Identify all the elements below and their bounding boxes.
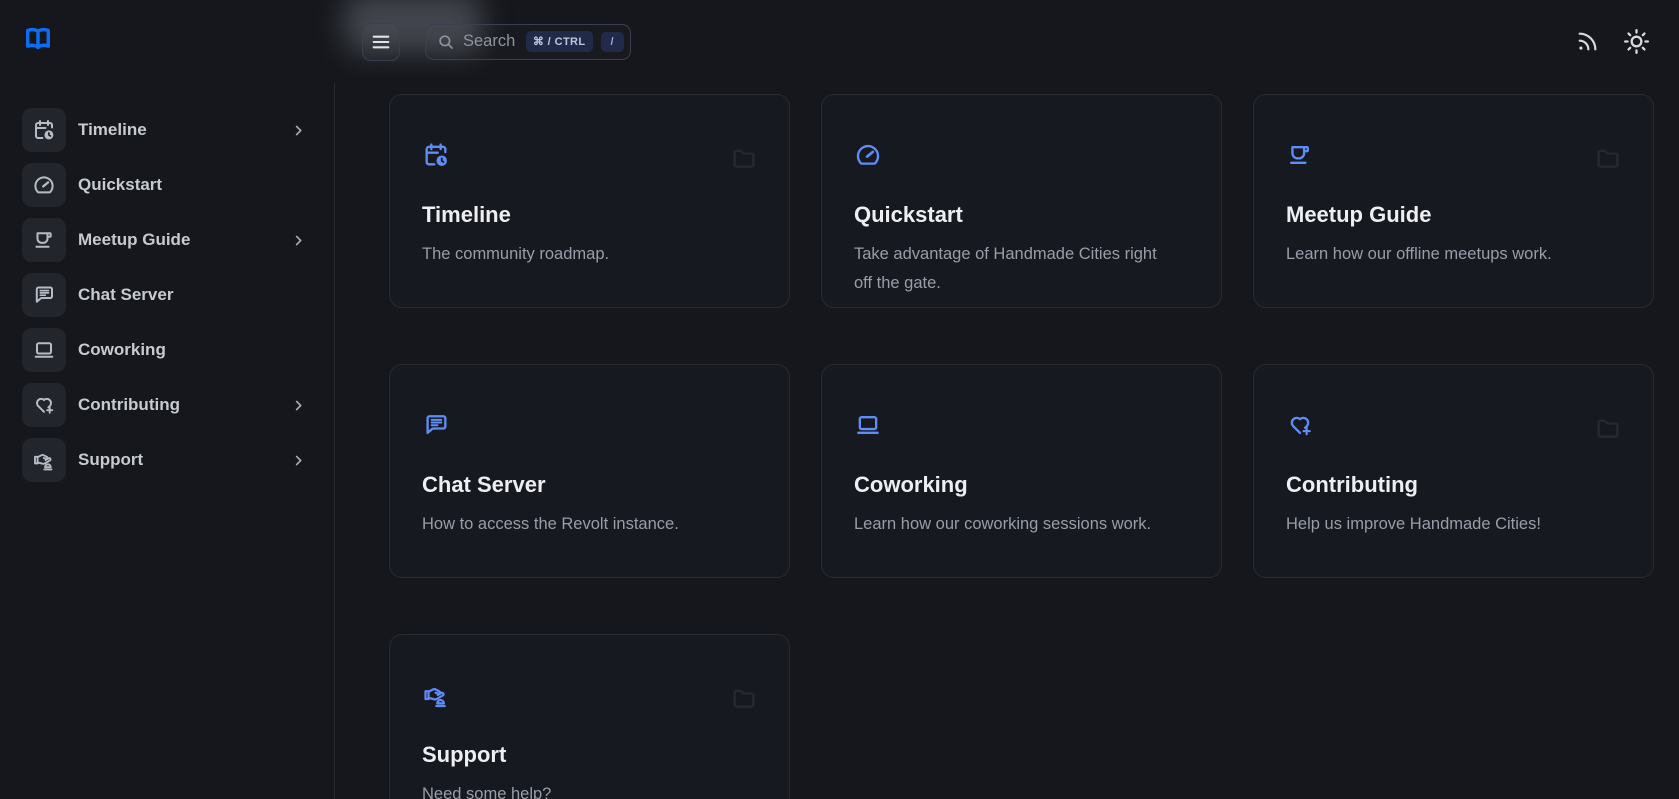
- sidebar-item-meetup-guide[interactable]: Meetup Guide: [22, 218, 306, 262]
- card-description: How to access the Revolt instance.: [422, 510, 737, 539]
- search-icon: [437, 33, 455, 51]
- card-title: Support: [422, 742, 757, 768]
- sidebar-item-label: Chat Server: [78, 285, 306, 305]
- search-input[interactable]: Search ⌘ / CTRL /: [425, 24, 631, 60]
- topbar: Search ⌘ / CTRL /: [0, 0, 1679, 83]
- chevron-right-icon[interactable]: [291, 233, 306, 248]
- laptop-icon: [22, 328, 66, 372]
- heart-plus-icon: [22, 383, 66, 427]
- search-shortcut-secondary: /: [601, 32, 624, 52]
- topbar-actions: [1575, 27, 1679, 56]
- card-description: Learn how our coworking sessions work.: [854, 510, 1169, 539]
- sun-icon: [1622, 27, 1651, 56]
- topbar-search-group: Search ⌘ / CTRL /: [362, 23, 631, 61]
- cards-grid: Timeline The community roadmap. Quickstart…: [389, 94, 1654, 799]
- search-placeholder: Search: [463, 32, 518, 51]
- sidebar-item-timeline[interactable]: Timeline: [22, 108, 306, 152]
- sidebar-nav: Timeline Quickstart Meetup Guide Chat Serve…: [22, 108, 306, 482]
- card-title: Timeline: [422, 202, 757, 228]
- card-timeline[interactable]: Timeline The community roadmap.: [389, 94, 790, 308]
- rss-icon: [1575, 29, 1600, 54]
- card-chat-server[interactable]: Chat Server How to access the Revolt inst…: [389, 364, 790, 578]
- sidebar-item-label: Support: [78, 450, 291, 470]
- sidebar-item-label: Timeline: [78, 120, 291, 140]
- hand-bell-icon: [22, 438, 66, 482]
- sidebar: Timeline Quickstart Meetup Guide Chat Serve…: [0, 83, 335, 799]
- card-support[interactable]: Support Need some help?: [389, 634, 790, 799]
- theme-toggle-button[interactable]: [1622, 27, 1651, 56]
- page-layout: Timeline Quickstart Meetup Guide Chat Serve…: [0, 83, 1679, 799]
- folder-icon: [1594, 145, 1622, 173]
- sidebar-item-label: Contributing: [78, 395, 291, 415]
- card-description: The community roadmap.: [422, 240, 737, 269]
- rss-button[interactable]: [1575, 29, 1600, 54]
- chevron-right-icon[interactable]: [291, 453, 306, 468]
- card-contributing[interactable]: Contributing Help us improve Handmade Cit…: [1253, 364, 1654, 578]
- search-shortcut-primary: ⌘ / CTRL: [526, 31, 593, 52]
- calendar-clock-icon: [22, 108, 66, 152]
- gauge-icon: [22, 163, 66, 207]
- calendar-clock-icon: [422, 141, 757, 169]
- main-content: Timeline The community roadmap. Quickstart…: [335, 83, 1679, 799]
- coffee-cup-icon: [1286, 141, 1621, 169]
- card-coworking[interactable]: Coworking Learn how our coworking session…: [821, 364, 1222, 578]
- card-title: Quickstart: [854, 202, 1189, 228]
- hand-bell-icon: [422, 681, 757, 709]
- gauge-icon: [854, 141, 1189, 169]
- sidebar-item-label: Meetup Guide: [78, 230, 291, 250]
- sidebar-item-support[interactable]: Support: [22, 438, 306, 482]
- card-description: Take advantage of Handmade Cities right …: [854, 240, 1169, 298]
- folder-icon: [730, 685, 758, 713]
- message-icon: [422, 411, 757, 439]
- sidebar-item-coworking[interactable]: Coworking: [22, 328, 306, 372]
- coffee-cup-icon: [22, 218, 66, 262]
- folder-icon: [730, 145, 758, 173]
- card-title: Contributing: [1286, 472, 1621, 498]
- menu-button[interactable]: [362, 23, 400, 61]
- card-title: Chat Server: [422, 472, 757, 498]
- card-quickstart[interactable]: Quickstart Take advantage of Handmade Cit…: [821, 94, 1222, 308]
- message-icon: [22, 273, 66, 317]
- card-description: Help us improve Handmade Cities!: [1286, 510, 1601, 539]
- sidebar-item-label: Quickstart: [78, 175, 306, 195]
- laptop-icon: [854, 411, 1189, 439]
- card-title: Meetup Guide: [1286, 202, 1621, 228]
- card-title: Coworking: [854, 472, 1189, 498]
- sidebar-item-label: Coworking: [78, 340, 306, 360]
- card-description: Learn how our offline meetups work.: [1286, 240, 1601, 269]
- heart-plus-icon: [1286, 411, 1621, 439]
- chevron-right-icon[interactable]: [291, 398, 306, 413]
- sidebar-item-contributing[interactable]: Contributing: [22, 383, 306, 427]
- book-open-icon: [22, 23, 56, 55]
- card-meetup-guide[interactable]: Meetup Guide Learn how our offline meetup…: [1253, 94, 1654, 308]
- folder-icon: [1594, 415, 1622, 443]
- chevron-right-icon[interactable]: [291, 123, 306, 138]
- sidebar-item-quickstart[interactable]: Quickstart: [22, 163, 306, 207]
- card-description: Need some help?: [422, 780, 737, 799]
- sidebar-item-chat-server[interactable]: Chat Server: [22, 273, 306, 317]
- site-logo-button[interactable]: [22, 22, 56, 56]
- menu-icon: [370, 31, 392, 53]
- logo-area: [0, 22, 335, 61]
